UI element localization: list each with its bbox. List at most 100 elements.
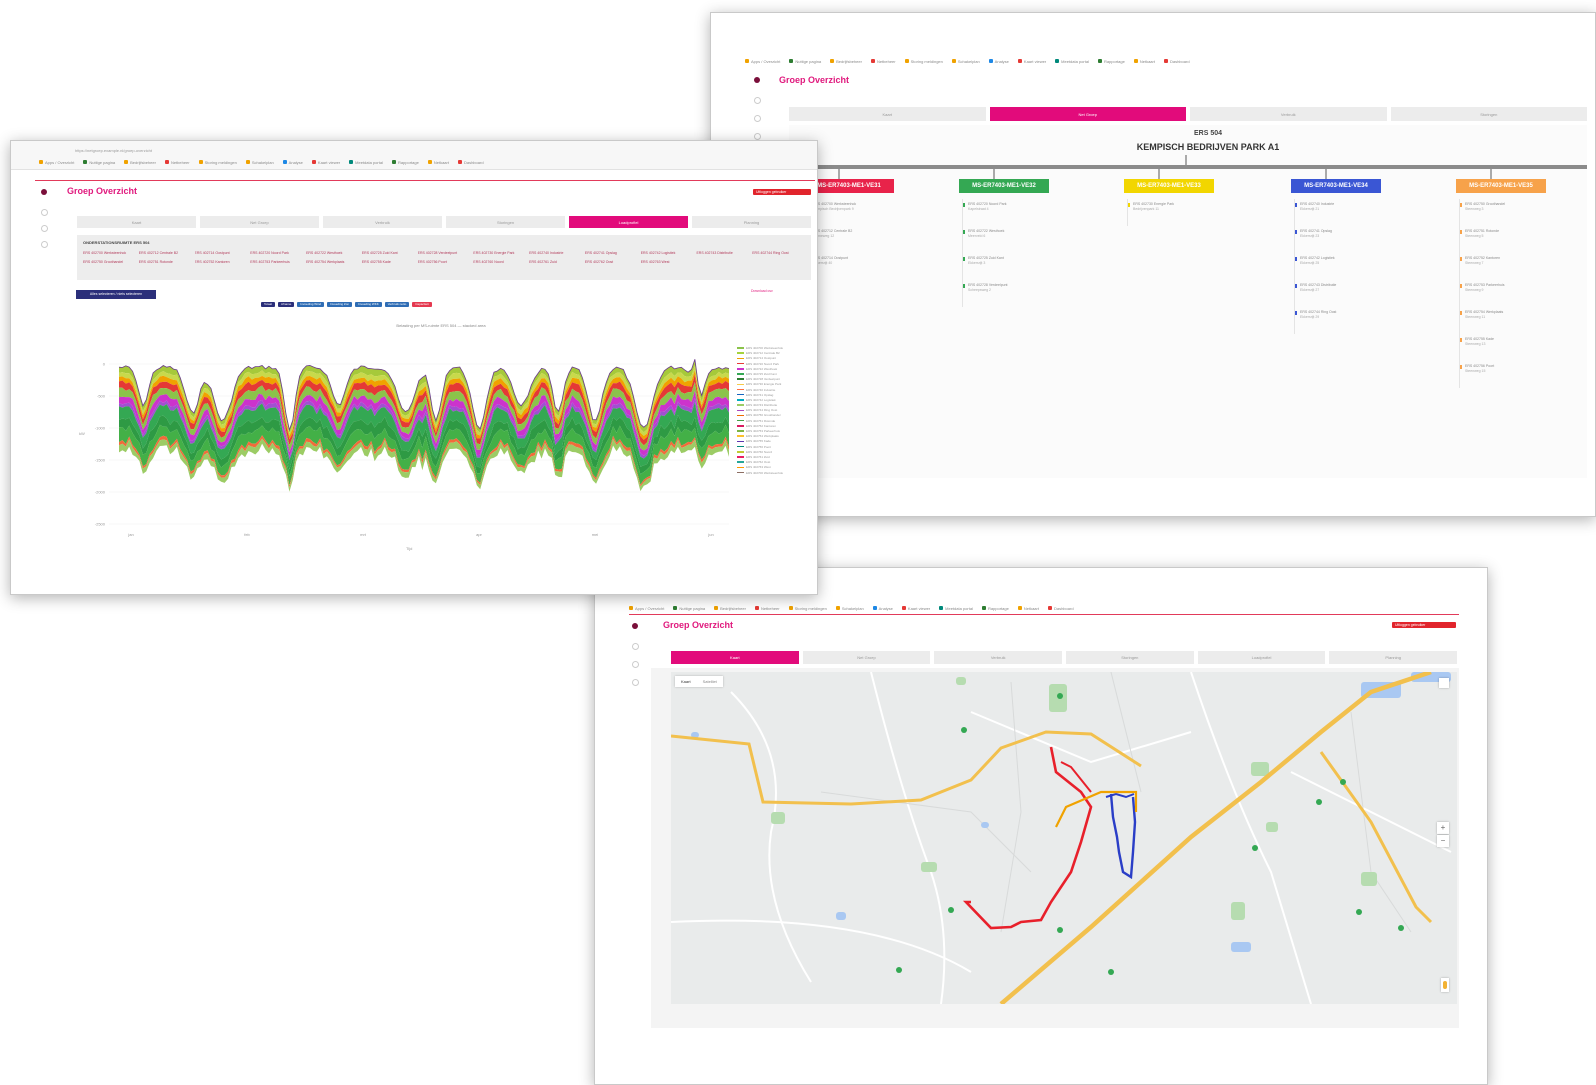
tab-net-groep[interactable]: Net Groep [200,216,319,228]
tab-verbruik[interactable]: Verbruik [1190,107,1387,121]
station-toggle[interactable]: ERS 402760 Noord [473,260,526,264]
station-toggle[interactable]: ERS 402714 Oostpunt [195,251,248,255]
bookmark-item[interactable]: Netbeheer [164,160,190,165]
map-type-toggle[interactable]: Kaart Satelliet [675,676,723,687]
tab-verbruik[interactable]: Verbruik [323,216,442,228]
map-pin-icon[interactable] [1356,909,1362,915]
tab-loadprofiel[interactable]: Loadprofiel [1197,651,1326,664]
station-toggle[interactable]: ERS 402763 West [641,260,694,264]
substation-item[interactable]: ERS 402744 Ring Oost Ekkersrijt 29 [1295,310,1357,337]
substation-item[interactable]: ERS 402740 Industrie Ekkersrijt 21 [1295,202,1357,229]
station-toggle[interactable]: ERS 402722 Westhoek [306,251,359,255]
bookmark-item[interactable]: Storing meldingen [904,59,943,64]
substation-item[interactable]: ERS 402752 Kantoren Steenweg 7 [1460,256,1522,283]
tab-net-groep[interactable]: Net Groep [989,107,1186,121]
bookmark-item[interactable]: Nuttige pagina [83,160,115,165]
nav-icon-settings[interactable] [632,679,639,686]
bookmark-item[interactable]: Netkaart [1017,606,1039,611]
legend-entry[interactable]: ERS 402750 Groothandel [737,413,783,417]
station-toggle[interactable]: ERS 402728 Verdeelpunt [418,251,471,255]
nav-icon-search[interactable] [754,115,761,122]
station-toggle[interactable]: ERS 402756 Poort [418,260,471,264]
bookmark-item[interactable]: Schakelplan [951,59,980,64]
station-toggle[interactable]: ERS 402750 Groothandel [83,260,136,264]
station-toggle[interactable]: ERS 402761 Zuid [529,260,582,264]
series-chip[interactable]: Invoeding Zon [327,302,353,307]
substation-item[interactable]: ERS 402743 Distributie Ekkersrijt 27 [1295,283,1357,310]
series-chip[interactable]: Totaal [261,302,276,307]
map-pin-icon[interactable] [1057,927,1063,933]
map-pin-icon[interactable] [896,967,902,973]
legend-entry[interactable]: ERS 402756 Poort [737,445,783,449]
map-type-kaart[interactable]: Kaart [675,676,697,687]
bookmark-item[interactable]: Schakelplan [245,160,274,165]
tab-storingen[interactable]: Storingen [446,216,565,228]
user-badge[interactable]: Uitloggen gebruiker [1392,622,1456,628]
station-toggle[interactable]: ERS 402725 Zuid Kant [362,251,415,255]
nav-icon-home[interactable] [754,97,761,104]
user-badge[interactable]: Uitloggen gebruiker [753,189,811,195]
map-pin-icon[interactable] [1316,799,1322,805]
substation-item[interactable]: ERS 402750 Groothandel Steenweg 3 [1460,202,1522,229]
station-toggle[interactable]: ERS 402720 Noord Park [250,251,303,255]
bookmark-item[interactable]: Bedrijfsbeheer [714,606,746,611]
bookmark-item[interactable]: Netbeheer [754,606,780,611]
tab-storingen[interactable]: Storingen [1066,651,1194,664]
legend-entry[interactable]: ERS 402751 Rotonde [737,419,783,423]
bookmark-item[interactable]: Analyse [988,59,1009,64]
station-toggle[interactable]: ERS 402744 Ring Oost [752,251,805,255]
nav-icon-settings[interactable] [754,133,761,140]
tab-kaart[interactable]: Kaart [77,216,196,228]
bookmark-item[interactable]: Kaart viewer [1017,59,1046,64]
series-chip[interactable]: Afname [278,302,295,307]
download-link[interactable]: Download csv [751,289,773,293]
map-pin-icon[interactable] [1057,693,1063,699]
map-pin-icon[interactable] [961,727,967,733]
map-pin-icon[interactable] [1398,925,1404,931]
station-toggle[interactable]: ERS 402753 Parkeerhuis [250,260,303,264]
legend-entry[interactable]: ERS 402700 Werksteenhok [737,346,783,350]
bookmark-item[interactable]: Rapportage [1097,59,1125,64]
legend-entry[interactable]: ERS 402760 Noord [737,450,783,454]
feeder-label[interactable]: MS-ER7403-ME1-VE34 [1291,179,1381,193]
tab-kaart[interactable]: Kaart [671,651,799,664]
substation-item[interactable]: ERS 402754 Werkplaats Steenweg 11 [1460,310,1522,337]
nav-icon-search[interactable] [41,225,48,232]
nav-icon-search[interactable] [632,661,639,668]
bookmark-item[interactable]: Apps / Overzicht [629,606,664,611]
bookmark-item[interactable]: Nuttige pagina [789,59,821,64]
substation-item[interactable]: ERS 402720 Noord Park Kapelstraat 4 [963,202,1025,229]
legend-entry[interactable]: ERS 402755 Kade [737,439,783,443]
zoom-out-button[interactable]: − [1437,835,1449,847]
map-pin-icon[interactable] [1252,845,1258,851]
legend-entry[interactable]: ERS 402728 Verdeelpunt [737,377,783,381]
legend-entry[interactable]: ERS 402714 Oostpunt [737,356,783,360]
tab-planning[interactable]: Planning [692,216,811,228]
tab-net-groep[interactable]: Net Groep [802,651,931,664]
feeder-label[interactable]: MS-ER7403-ME1-VE35 [1456,179,1546,193]
series-chip[interactable]: Capaciteit [412,302,432,307]
legend-entry[interactable]: ERS 402753 Parkeerhuis [737,429,783,433]
tab-planning[interactable]: Planning [1329,651,1458,664]
legend-entry[interactable]: ERS 402720 Noord Park [737,362,783,366]
station-toggle[interactable]: ERS 402743 Distributie [696,251,749,255]
bookmark-item[interactable]: Rapportage [981,606,1009,611]
bookmark-item[interactable]: Meetdata portal [939,606,973,611]
substation-item[interactable]: ERS 402741 Opslag Ekkersrijt 23 [1295,229,1357,256]
station-toggle[interactable]: ERS 402755 Kade [362,260,415,264]
legend-entry[interactable]: ERS 402762 Oost [737,460,783,464]
bookmark-item[interactable]: Nuttige pagina [673,606,705,611]
url-field[interactable]: https://netgroep.example.nl/groep-overzi… [75,147,635,155]
map-type-satelliet[interactable]: Satelliet [697,676,723,687]
station-toggle[interactable]: ERS 402752 Kantoren [195,260,248,264]
legend-entry[interactable]: ERS 402761 Zuid [737,455,783,459]
legend-entry[interactable]: ERS 402740 Industrie [737,388,783,392]
nav-icon-settings[interactable] [41,241,48,248]
substation-item[interactable]: ERS 402753 Parkeerhuis Steenweg 9 [1460,283,1522,310]
series-chip[interactable]: Invoeding WKK [355,302,382,307]
bookmark-item[interactable]: Dashboard [1163,59,1190,64]
bookmark-item[interactable]: Schakelplan [835,606,864,611]
substation-item[interactable]: ERS 402725 Zuid Kant Ekkersrijt 3 [963,256,1025,283]
bookmark-item[interactable]: Kaart viewer [901,606,930,611]
substation-item[interactable]: ERS 402755 Kade Steenweg 13 [1460,337,1522,364]
